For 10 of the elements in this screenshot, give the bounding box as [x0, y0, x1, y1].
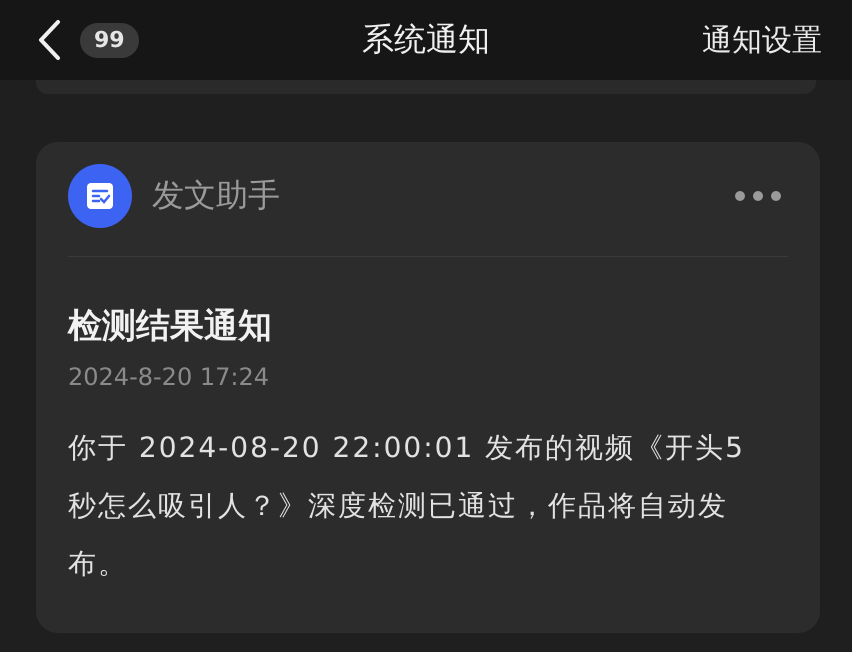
notification-title: 检测结果通知	[68, 305, 273, 348]
unread-count: 99	[80, 22, 139, 58]
page-title: 系统通知	[362, 19, 490, 60]
sender-name: 发文助手	[152, 175, 280, 216]
back-icon	[36, 19, 62, 61]
back-button[interactable]	[36, 19, 62, 61]
more-icon	[734, 190, 782, 202]
notification-time: 2024-8-20 17:24	[68, 363, 270, 391]
notification-body: 你于 2024-08-20 22:00:01 发布的视频《开头5秒怎么吸引人？》深度检测已通过，作品将自动发布。	[68, 430, 746, 582]
notification-settings-link[interactable]: 通知设置	[702, 20, 822, 60]
